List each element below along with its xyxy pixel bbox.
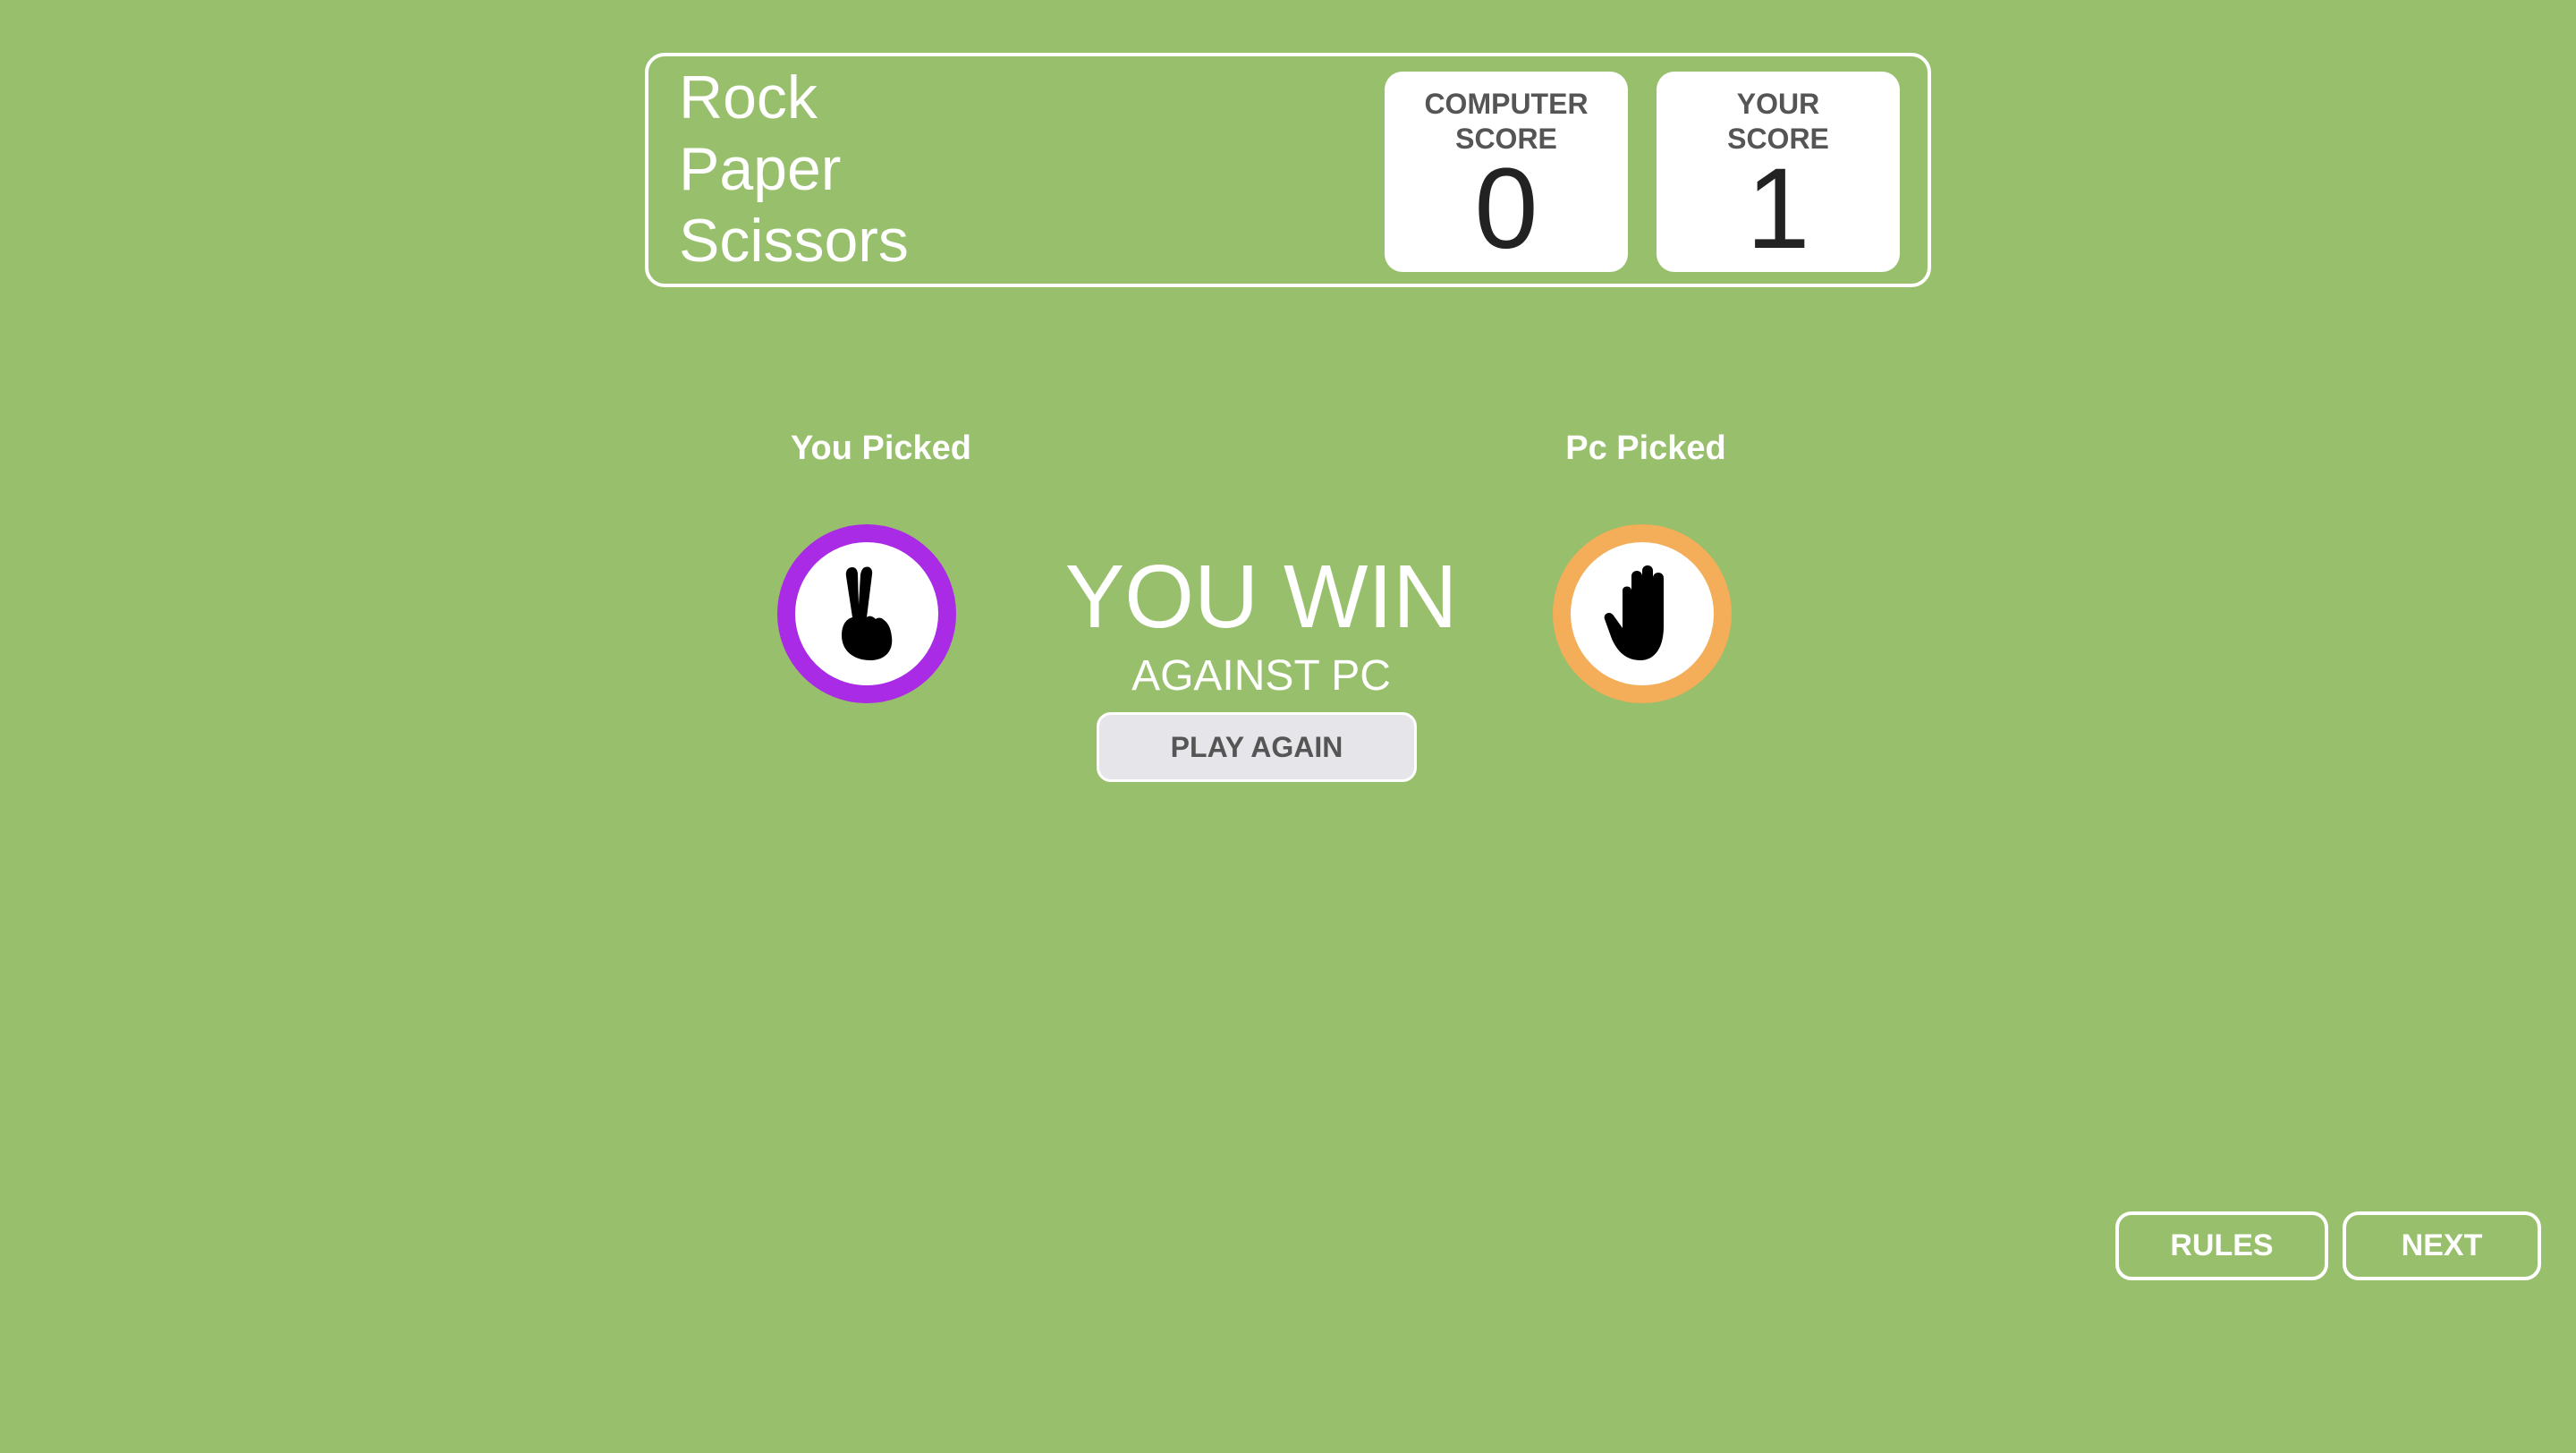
game-title-paper: Paper — [679, 135, 842, 203]
paper-hand-icon — [1604, 565, 1664, 660]
player-score-card: YOUR SCORE 1 — [1657, 72, 1900, 272]
game-title: Rock Paper Scissors — [679, 62, 909, 276]
you-picked-label: You Picked — [790, 429, 972, 467]
game-title-scissors: Scissors — [679, 207, 909, 275]
next-button[interactable]: NEXT — [2343, 1211, 2541, 1280]
result-subtitle: AGAINST PC — [1131, 652, 1391, 700]
pc-picked-label: Pc Picked — [1565, 429, 1726, 467]
scissors-hand-icon — [842, 566, 893, 660]
computer-score-value: 0 — [1474, 145, 1538, 273]
scoreboard: Rock Paper Scissors COMPUTER SCORE 0 YOU… — [645, 53, 1931, 287]
game-title-rock: Rock — [679, 64, 818, 132]
play-again-button[interactable]: PLAY AGAIN — [1097, 712, 1417, 782]
you-pick-circle — [777, 524, 956, 703]
player-score-value: 1 — [1746, 145, 1810, 273]
pc-pick-circle — [1553, 524, 1732, 703]
rules-button[interactable]: RULES — [2115, 1211, 2328, 1280]
computer-score-card: COMPUTER SCORE 0 — [1385, 72, 1628, 272]
result-title: YOU WIN — [1064, 547, 1458, 647]
